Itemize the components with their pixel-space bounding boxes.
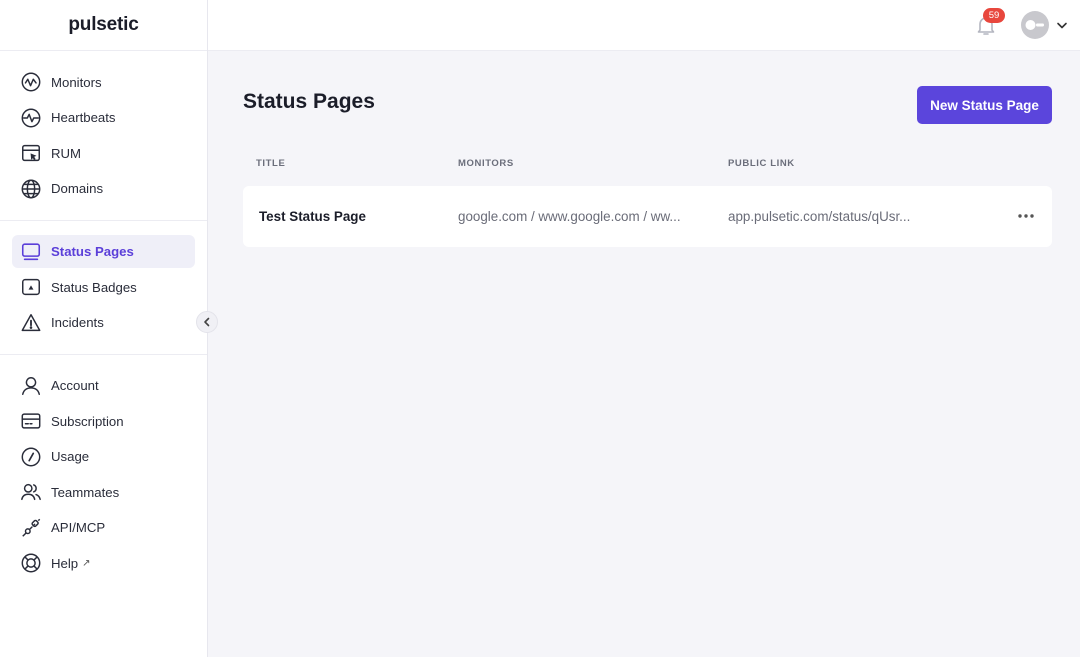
sidebar-item-label: RUM bbox=[51, 145, 82, 161]
column-header-monitors[interactable]: MONITORS bbox=[458, 158, 514, 169]
notification-badge: 59 bbox=[983, 8, 1005, 23]
sidebar-group-account: Account Subscription Usage Teammates API… bbox=[0, 355, 207, 595]
users-icon bbox=[21, 483, 41, 501]
row-public-link[interactable]: app.pulsetic.com/status/qUsr... bbox=[728, 209, 928, 224]
sidebar-item-label: Subscription bbox=[51, 413, 124, 429]
row-monitors: google.com / www.google.com / ww... bbox=[458, 209, 681, 224]
avatar[interactable] bbox=[1021, 11, 1049, 39]
sidebar-item-label: Heartbeats bbox=[51, 110, 116, 125]
sidebar-item-label: Status Pages bbox=[51, 244, 134, 259]
credit-card-icon bbox=[21, 413, 41, 429]
sidebar-item-api-mcp[interactable]: API/MCP bbox=[12, 511, 195, 544]
logo[interactable]: pulsetic bbox=[0, 0, 207, 51]
user-icon bbox=[22, 376, 40, 395]
chevron-left-icon bbox=[204, 317, 210, 327]
sidebar: pulsetic Monitors Heartbeats RUM Domains… bbox=[0, 0, 208, 657]
top-bar: 59 bbox=[208, 0, 1080, 51]
sidebar-item-help[interactable]: Help ↗ bbox=[12, 547, 195, 580]
sidebar-item-label: Monitors bbox=[51, 74, 102, 90]
sidebar-item-teammates[interactable]: Teammates bbox=[12, 476, 195, 509]
sidebar-item-usage[interactable]: Usage bbox=[12, 440, 195, 473]
lifebuoy-icon bbox=[21, 553, 41, 573]
sidebar-group-status: Status Pages Status Badges Incidents bbox=[0, 221, 207, 355]
gauge-icon bbox=[21, 447, 41, 466]
new-status-page-button[interactable]: New Status Page bbox=[917, 86, 1052, 124]
status-badge-icon bbox=[22, 278, 40, 296]
globe-icon bbox=[21, 179, 41, 198]
monitor-pulse-icon bbox=[21, 72, 41, 92]
plug-icon bbox=[22, 518, 41, 537]
collapse-sidebar-button[interactable] bbox=[196, 311, 218, 333]
sidebar-item-label: Teammates bbox=[51, 484, 120, 500]
sidebar-item-monitors[interactable]: Monitors bbox=[12, 66, 195, 99]
column-header-title[interactable]: TITLE bbox=[256, 158, 285, 169]
sidebar-item-label: Domains bbox=[51, 181, 104, 196]
sidebar-item-subscription[interactable]: Subscription bbox=[12, 405, 195, 438]
sidebar-item-label: Help bbox=[51, 555, 79, 571]
status-page-icon bbox=[21, 242, 41, 260]
sidebar-item-label: API/MCP bbox=[51, 520, 106, 535]
sidebar-item-account[interactable]: Account bbox=[12, 369, 195, 402]
avatar-icon bbox=[1025, 20, 1044, 30]
sidebar-item-label: Incidents bbox=[51, 315, 104, 330]
heartbeat-icon bbox=[21, 108, 41, 127]
column-header-public-link[interactable]: PUBLIC LINK bbox=[728, 158, 795, 169]
chevron-down-icon[interactable] bbox=[1055, 18, 1069, 32]
sidebar-item-label: Account bbox=[51, 378, 99, 393]
warning-icon bbox=[21, 313, 41, 331]
sidebar-item-domains[interactable]: Domains bbox=[12, 172, 195, 205]
page-title: Status Pages bbox=[243, 90, 375, 113]
external-link-icon: ↗ bbox=[82, 557, 91, 569]
sidebar-item-status-pages[interactable]: Status Pages bbox=[12, 235, 195, 268]
status-pages-panel: Status Pages New Status Page TITLE MONIT… bbox=[240, 86, 1053, 320]
sidebar-group-monitoring: Monitors Heartbeats RUM Domains bbox=[0, 51, 207, 221]
sidebar-item-incidents[interactable]: Incidents bbox=[12, 306, 195, 339]
row-title[interactable]: Test Status Page bbox=[259, 209, 366, 224]
sidebar-item-status-badges[interactable]: Status Badges bbox=[12, 271, 195, 304]
more-options-icon[interactable] bbox=[1015, 207, 1037, 225]
sidebar-item-label: Status Badges bbox=[51, 279, 137, 295]
logo-text: pulsetic bbox=[68, 14, 139, 35]
sidebar-item-rum[interactable]: RUM bbox=[12, 137, 195, 170]
sidebar-item-label: Usage bbox=[51, 449, 90, 464]
sidebar-item-heartbeats[interactable]: Heartbeats bbox=[12, 101, 195, 134]
table-row[interactable]: Test Status Page google.com / www.google… bbox=[243, 186, 1052, 247]
rum-window-icon bbox=[22, 144, 40, 162]
